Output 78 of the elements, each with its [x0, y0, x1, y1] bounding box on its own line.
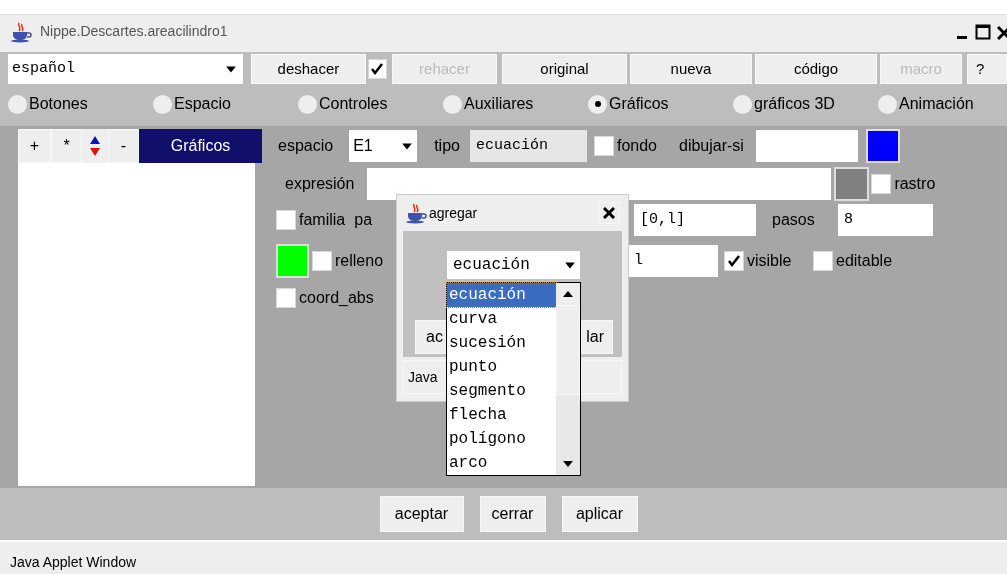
checkbox[interactable] [813, 251, 833, 271]
radio-button[interactable] [153, 94, 172, 114]
dialog-status-text: Java [408, 367, 438, 387]
panel-button[interactable]: - [108, 129, 139, 163]
checkbox[interactable] [593, 136, 614, 156]
radio-button[interactable] [443, 94, 462, 114]
radio-label: Espacio [174, 94, 231, 114]
input-field[interactable] [755, 130, 858, 162]
radio-label: gráficos 3D [754, 94, 835, 114]
dropdown-option[interactable]: segmento [447, 379, 556, 403]
input-field[interactable]: l [628, 245, 718, 277]
field-label: dibujar-si [679, 136, 744, 156]
checkbox[interactable] [367, 59, 387, 79]
checkbox-label: familia [299, 210, 346, 230]
checkbox-label: visible [747, 251, 792, 271]
color-swatch[interactable] [276, 244, 309, 278]
status-text: Java Applet Window [10, 552, 137, 572]
radio-label: Auxiliares [464, 94, 534, 114]
close-button[interactable] [598, 202, 620, 224]
checkbox-label: coord_abs [299, 288, 374, 308]
maximize-icon[interactable] [975, 23, 991, 40]
type-select[interactable]: ecuación [447, 251, 580, 279]
toolbar-button[interactable]: código [755, 54, 877, 84]
field-label: expresión [285, 174, 355, 194]
coffee-cup-icon [405, 202, 427, 224]
toolbar-button[interactable]: ? [967, 54, 1007, 84]
checkbox[interactable] [724, 251, 744, 271]
panel-button[interactable]: * [51, 129, 82, 163]
checkbox[interactable] [312, 251, 332, 271]
checkbox-label: rastro [894, 174, 936, 194]
field-label: pasos [772, 210, 816, 230]
checkbox-label: fondo [616, 136, 657, 156]
radio-label: Animación [899, 94, 974, 114]
checkbox-label: relleno [335, 251, 384, 271]
footer-button[interactable]: aceptar [379, 496, 464, 532]
radio-label: Botones [29, 94, 88, 114]
input-field[interactable]: 8 [838, 204, 934, 236]
scroll-bar[interactable] [556, 283, 580, 475]
panel-button[interactable]: + [18, 129, 51, 163]
radio-button[interactable] [878, 94, 897, 114]
dialog-title: agregar [429, 203, 478, 223]
radio-button[interactable] [8, 94, 27, 114]
toolbar-button[interactable]: nueva [630, 54, 752, 84]
dropdown-option[interactable]: punto [447, 355, 556, 379]
language-select[interactable]: español [8, 54, 243, 84]
radio-button[interactable] [588, 94, 607, 114]
footer-button[interactable]: aplicar [561, 496, 638, 532]
checkbox[interactable] [276, 288, 296, 308]
down-arrow-icon[interactable] [563, 460, 573, 468]
radio-label: Gráficos [609, 94, 669, 114]
color-swatch[interactable] [834, 167, 870, 201]
field-label: espacio [278, 136, 334, 156]
coffee-cup-icon [10, 20, 32, 43]
up-arrow-icon[interactable] [89, 135, 101, 145]
input-field[interactable] [367, 168, 832, 200]
dropdown-option[interactable]: arco [447, 451, 556, 475]
checkbox-label: editable [836, 251, 893, 271]
space-select[interactable]: E1 [349, 130, 418, 162]
close-icon[interactable] [997, 23, 1007, 40]
radio-button[interactable] [298, 94, 317, 114]
up-arrow-icon[interactable] [563, 290, 573, 298]
radio-label: Controles [319, 94, 388, 114]
checkbox[interactable] [871, 174, 892, 194]
field-label: pa [354, 210, 373, 230]
toolbar-button[interactable]: deshacer [250, 54, 366, 84]
panel-header: Gráficos [139, 129, 262, 163]
field-label: tipo [434, 136, 460, 156]
checkbox[interactable] [276, 210, 296, 230]
dropdown-option[interactable]: ecuación [447, 283, 556, 307]
toolbar-button[interactable]: original [502, 54, 627, 84]
radio-button[interactable] [733, 94, 752, 114]
input-field[interactable]: [0,l] [634, 204, 757, 236]
dropdown-option[interactable]: flecha [447, 403, 556, 427]
color-swatch[interactable] [865, 129, 900, 163]
dropdown-option[interactable]: polígono [447, 427, 556, 451]
footer-button[interactable]: cerrar [479, 496, 546, 532]
close-icon [603, 207, 615, 219]
window-title: Nippe.Descartes.areacilindro1 [40, 22, 228, 41]
